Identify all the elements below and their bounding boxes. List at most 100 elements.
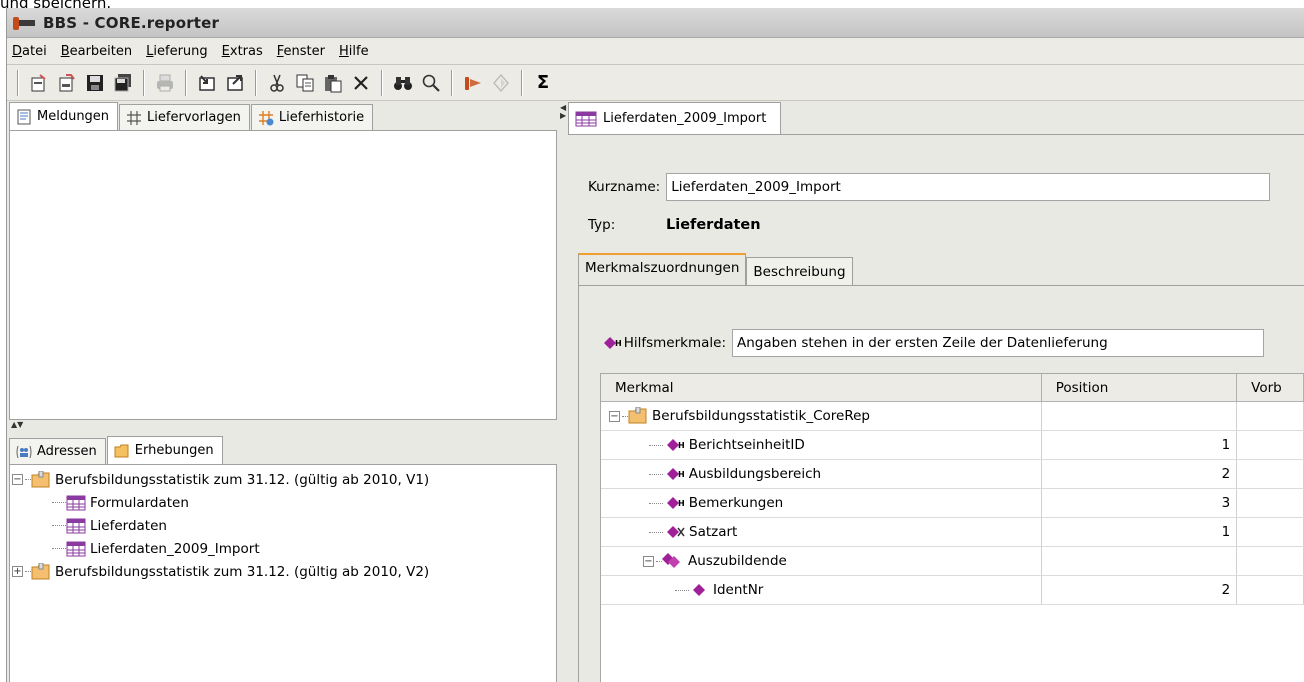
- collapse-toggle[interactable]: −: [609, 410, 620, 422]
- cut-icon: [270, 74, 284, 92]
- tree-connector: [52, 502, 66, 503]
- menu-bearbeiten[interactable]: Bearbeiten: [60, 42, 133, 61]
- column-header-position[interactable]: Position: [1042, 374, 1238, 401]
- search-button[interactable]: [417, 69, 445, 97]
- open-button[interactable]: [53, 69, 81, 97]
- grid-data-icon: [66, 517, 86, 535]
- tree-item-formulardaten[interactable]: Formulardaten: [10, 491, 556, 514]
- tree-connector: [52, 548, 66, 549]
- cut-button[interactable]: [263, 69, 291, 97]
- copy-button[interactable]: [291, 69, 319, 97]
- table-row[interactable]: − Berufsbildungsstatistik_CoreRep: [601, 402, 1304, 431]
- sum-button[interactable]: Σ: [529, 69, 557, 97]
- vorb-cell[interactable]: [1237, 518, 1304, 546]
- tab-beschreibung[interactable]: Beschreibung: [746, 257, 853, 285]
- paste-button[interactable]: [319, 69, 347, 97]
- copy-icon: [296, 74, 314, 91]
- paste-icon: [325, 74, 342, 92]
- tab-lieferhistorie[interactable]: Lieferhistorie: [250, 104, 374, 130]
- kurzname-label: Kurzname:: [588, 179, 661, 195]
- vorb-cell[interactable]: [1237, 576, 1304, 604]
- kurzname-value: Lieferdaten_2009_Import: [671, 179, 841, 195]
- table-row[interactable]: IdentNr 2: [601, 576, 1304, 605]
- menu-extras[interactable]: Extras: [221, 42, 264, 61]
- print-button[interactable]: [151, 69, 179, 97]
- position-cell[interactable]: [1042, 402, 1238, 430]
- merkmal-label: Berufsbildungsstatistik_CoreRep: [652, 408, 870, 424]
- collapse-toggle[interactable]: −: [12, 474, 23, 485]
- merkmal-label: IdentNr: [713, 582, 764, 598]
- send-button[interactable]: [459, 69, 487, 97]
- tab-lieferdaten-2009-import[interactable]: Lieferdaten_2009_Import: [568, 102, 782, 134]
- tab-label: Lieferhistorie: [278, 110, 365, 125]
- save-icon: [87, 74, 103, 91]
- app-logo-icon: [13, 15, 35, 31]
- document-icon: [16, 109, 32, 125]
- position-cell[interactable]: 2: [1042, 460, 1238, 488]
- table-row[interactable]: − Auszubildende: [601, 547, 1304, 576]
- save-all-button[interactable]: [109, 69, 137, 97]
- right-pane: Lieferdaten_2009_Import Kurzname: Liefer…: [568, 102, 1304, 682]
- new-icon: [31, 73, 46, 91]
- expand-toggle[interactable]: +: [12, 566, 23, 577]
- vorb-cell[interactable]: [1237, 460, 1304, 488]
- editor-panel: Kurzname: Lieferdaten_2009_Import Typ: L…: [568, 134, 1304, 682]
- vorb-cell[interactable]: [1237, 431, 1304, 459]
- window-title: BBS - CORE.reporter: [43, 13, 220, 32]
- validate-button[interactable]: [487, 69, 515, 97]
- grid-data-icon: [575, 111, 597, 126]
- delete-button[interactable]: [347, 69, 375, 97]
- table-row[interactable]: Satzart 1: [601, 518, 1304, 547]
- column-header-vorb[interactable]: Vorb: [1237, 374, 1304, 401]
- toolbar-separator: [255, 69, 257, 96]
- merkmal-cell: IdentNr: [601, 576, 1042, 604]
- menu-hilfe[interactable]: Hilfe: [338, 42, 370, 61]
- title-bar[interactable]: BBS - CORE.reporter: [7, 8, 1304, 38]
- save-button[interactable]: [81, 69, 109, 97]
- vorb-cell[interactable]: [1237, 402, 1304, 430]
- export-button[interactable]: [221, 69, 249, 97]
- hilfsmerkmal-sub: H: [615, 338, 622, 348]
- hilfsmerkmale-select[interactable]: Angaben stehen in der ersten Zeile der D…: [732, 329, 1264, 357]
- horizontal-splitter[interactable]: ▲▼: [7, 421, 558, 434]
- meldungen-panel[interactable]: [9, 130, 557, 420]
- tree-item-survey-v1[interactable]: − Berufsbildungsstatistik zum 31.12. (gü…: [10, 468, 556, 491]
- tab-adressen[interactable]: Adressen: [9, 438, 106, 464]
- tree-item-lieferdaten[interactable]: Lieferdaten: [10, 514, 556, 537]
- tree-label: Berufsbildungsstatistik zum 31.12. (gült…: [55, 563, 430, 580]
- kurzname-input[interactable]: Lieferdaten_2009_Import: [666, 173, 1271, 201]
- sum-icon: Σ: [536, 72, 550, 93]
- folder-icon: [114, 443, 130, 459]
- tab-label: Meldungen: [37, 109, 110, 124]
- collapse-toggle[interactable]: −: [643, 555, 654, 567]
- toolbar-separator: [185, 69, 187, 96]
- tree-item-survey-v2[interactable]: + Berufsbildungsstatistik zum 31.12. (gü…: [10, 560, 556, 583]
- position-cell[interactable]: 2: [1042, 576, 1238, 604]
- tab-label: Lieferdaten_2009_Import: [603, 111, 767, 126]
- main-area: Meldungen Liefervorlagen Lieferhistorie …: [7, 102, 1304, 682]
- satzart-icon: [667, 526, 685, 538]
- position-cell[interactable]: 1: [1042, 518, 1238, 546]
- column-header-merkmal[interactable]: Merkmal: [601, 374, 1042, 401]
- vorb-cell[interactable]: [1237, 547, 1304, 575]
- vorb-cell[interactable]: [1237, 489, 1304, 517]
- import-button[interactable]: [193, 69, 221, 97]
- new-button[interactable]: [25, 69, 53, 97]
- send-icon: [465, 76, 481, 90]
- find-button[interactable]: [389, 69, 417, 97]
- tab-erhebungen[interactable]: Erhebungen: [106, 436, 223, 464]
- tree-item-lieferdaten-2009-import[interactable]: Lieferdaten_2009_Import: [10, 537, 556, 560]
- table-row[interactable]: H BerichtseinheitID 1: [601, 431, 1304, 460]
- tab-liefervorlagen[interactable]: Liefervorlagen: [119, 104, 250, 130]
- table-row[interactable]: H Bemerkungen 3: [601, 489, 1304, 518]
- tab-meldungen[interactable]: Meldungen: [9, 102, 119, 130]
- position-cell[interactable]: 3: [1042, 489, 1238, 517]
- tab-merkmalszuordnungen[interactable]: Merkmalszuordnungen: [578, 253, 747, 285]
- position-cell[interactable]: 1: [1042, 431, 1238, 459]
- tree-label: Lieferdaten: [90, 517, 167, 534]
- position-cell[interactable]: [1042, 547, 1238, 575]
- menu-datei[interactable]: Datei: [11, 42, 48, 61]
- table-row[interactable]: H Ausbildungsbereich 2: [601, 460, 1304, 489]
- menu-lieferung[interactable]: Lieferung: [145, 42, 209, 61]
- menu-fenster[interactable]: Fenster: [276, 42, 326, 61]
